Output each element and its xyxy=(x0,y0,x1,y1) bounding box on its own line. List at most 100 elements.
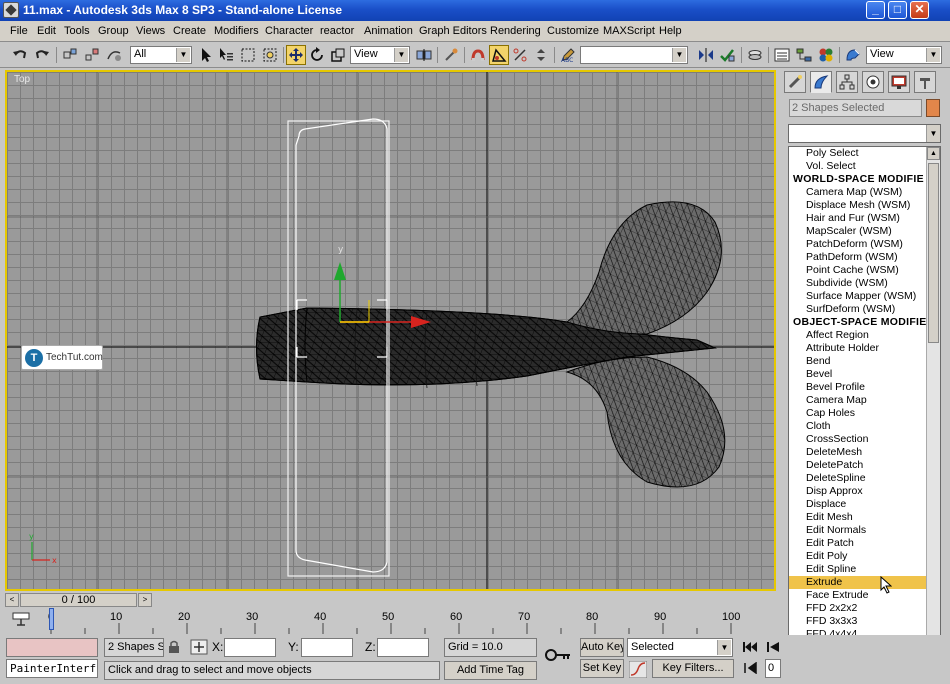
menu-animation[interactable]: Animation xyxy=(364,25,413,37)
modifier-list-item[interactable]: PathDeform (WSM) xyxy=(789,251,927,264)
track-view-icon[interactable] xyxy=(11,611,31,629)
modifier-list-item[interactable]: Face Extrude xyxy=(789,589,927,602)
modifier-list-item[interactable]: Cloth xyxy=(789,420,927,433)
motion-tab-icon[interactable] xyxy=(862,71,884,93)
time-slider-next-button[interactable]: > xyxy=(138,593,152,607)
modifier-list-scrollbar[interactable]: ▲ ▼ xyxy=(926,147,940,663)
render-scene-icon[interactable] xyxy=(843,45,863,65)
track-bar[interactable]: 0102030405060708090100 xyxy=(5,608,776,635)
use-pivot-point-center-icon[interactable] xyxy=(414,45,434,65)
modifier-list-item[interactable]: Affect Region xyxy=(789,329,927,342)
align-icon[interactable] xyxy=(717,45,737,65)
modifier-list-item[interactable]: Displace Mesh (WSM) xyxy=(789,199,927,212)
menu-reactor[interactable]: reactor xyxy=(320,25,354,37)
display-tab-icon[interactable] xyxy=(888,71,910,93)
modifier-list-item[interactable]: PatchDeform (WSM) xyxy=(789,238,927,251)
modifier-list-item[interactable]: Point Cache (WSM) xyxy=(789,264,927,277)
modifier-list-item[interactable]: Hair and Fur (WSM) xyxy=(789,212,927,225)
modifier-list-item[interactable]: Extrude xyxy=(789,576,927,589)
rectangular-selection-icon[interactable] xyxy=(238,45,258,65)
snaps-toggle-icon[interactable] xyxy=(468,45,488,65)
menu-customize[interactable]: Customize xyxy=(547,25,599,37)
time-slider[interactable]: < 0 / 100 > xyxy=(5,593,776,607)
go-to-start-icon[interactable] xyxy=(742,641,758,653)
modifier-list-item[interactable]: Vol. Select xyxy=(789,160,927,173)
maximize-button[interactable]: □ xyxy=(888,1,907,19)
reference-coordinate-dropdown[interactable]: View ▼ xyxy=(350,46,410,64)
menu-edit[interactable]: Edit xyxy=(37,25,56,37)
window-crossing-icon[interactable] xyxy=(260,45,280,65)
utilities-tab-icon[interactable] xyxy=(914,71,936,93)
object-color-swatch[interactable] xyxy=(926,99,940,117)
modifier-list-item[interactable]: Bevel xyxy=(789,368,927,381)
modifier-list-item[interactable]: CrossSection xyxy=(789,433,927,446)
modifier-list-item[interactable]: Bend xyxy=(789,355,927,368)
modifier-list-item[interactable]: Bevel Profile xyxy=(789,381,927,394)
modifier-list-item[interactable]: SurfDeform (WSM) xyxy=(789,303,927,316)
percent-snap-icon[interactable] xyxy=(510,45,530,65)
menu-group[interactable]: Group xyxy=(98,25,129,37)
schematic-view-icon[interactable] xyxy=(794,45,814,65)
modifier-list-item[interactable]: Displace xyxy=(789,498,927,511)
y-coordinate-field[interactable] xyxy=(301,638,353,657)
set-key-button[interactable]: Set Key xyxy=(580,659,624,678)
select-and-scale-icon[interactable] xyxy=(328,45,348,65)
bind-space-warp-icon[interactable] xyxy=(104,45,124,65)
undo-icon[interactable] xyxy=(10,45,30,65)
modifier-list-item[interactable]: Camera Map (WSM) xyxy=(789,186,927,199)
create-tab-icon[interactable] xyxy=(784,71,806,93)
key-mode-toggle-icon[interactable] xyxy=(742,662,758,674)
absolute-mode-transform-icon[interactable] xyxy=(190,639,208,655)
menu-help[interactable]: Help xyxy=(659,25,682,37)
material-editor-icon[interactable] xyxy=(816,45,836,65)
fish-mesh[interactable] xyxy=(256,201,726,488)
minimize-button[interactable]: _ xyxy=(866,1,885,19)
scroll-up-button[interactable]: ▲ xyxy=(927,147,940,160)
key-mode-icon[interactable] xyxy=(545,647,571,663)
time-marker[interactable] xyxy=(49,608,54,630)
modifier-list-item[interactable]: Poly Select xyxy=(789,147,927,160)
menu-maxscript[interactable]: MAXScript xyxy=(603,25,655,37)
modifier-list-item[interactable]: FFD 3x3x3 xyxy=(789,615,927,628)
modifier-list-item[interactable]: Subdivide (WSM) xyxy=(789,277,927,290)
time-slider-prev-button[interactable]: < xyxy=(5,593,19,607)
close-button[interactable]: ✕ xyxy=(910,1,929,19)
selection-filter-dropdown[interactable]: All ▼ xyxy=(130,46,192,64)
modifier-list-item[interactable]: Cap Holes xyxy=(789,407,927,420)
mirror-icon[interactable] xyxy=(696,45,716,65)
modify-tab-icon[interactable] xyxy=(810,71,832,93)
menu-views[interactable]: Views xyxy=(136,25,165,37)
select-and-rotate-icon[interactable] xyxy=(307,45,327,65)
select-by-name-icon[interactable] xyxy=(216,45,236,65)
menu-rendering[interactable]: Rendering xyxy=(490,25,541,37)
curve-editor-icon[interactable] xyxy=(772,45,792,65)
modifier-list[interactable]: Poly Select Vol. Select WORLD-SPACE MODIFI… xyxy=(788,146,941,664)
layer-manager-icon[interactable] xyxy=(745,45,765,65)
modifier-list-item[interactable]: Camera Map xyxy=(789,394,927,407)
unlink-selection-icon[interactable] xyxy=(82,45,102,65)
modifier-list-item[interactable]: DeletePatch xyxy=(789,459,927,472)
viewport-top[interactable]: Top y y x T TechTut.com xyxy=(5,70,776,591)
time-slider-thumb[interactable]: 0 / 100 xyxy=(20,593,137,607)
redo-icon[interactable] xyxy=(32,45,52,65)
render-type-dropdown[interactable]: View ▼ xyxy=(866,46,942,64)
menu-modifiers[interactable]: Modifiers xyxy=(214,25,259,37)
select-and-link-icon[interactable] xyxy=(60,45,80,65)
modifier-list-item[interactable]: Surface Mapper (WSM) xyxy=(789,290,927,303)
key-filters-button[interactable]: Key Filters... xyxy=(652,659,734,678)
modifier-list-item[interactable]: FFD 2x2x2 xyxy=(789,602,927,615)
modifier-list-item[interactable]: Disp Approx xyxy=(789,485,927,498)
z-coordinate-field[interactable] xyxy=(377,638,429,657)
current-frame-field[interactable]: 0 xyxy=(765,659,781,678)
edit-named-selection-icon[interactable]: ABC xyxy=(558,45,578,65)
menu-graph-editors[interactable]: Graph Editors xyxy=(419,25,487,37)
modifier-list-item[interactable]: Edit Poly xyxy=(789,550,927,563)
select-and-move-icon[interactable] xyxy=(286,45,306,65)
maxscript-listener-output[interactable]: PainterInterf xyxy=(6,659,98,678)
menu-character[interactable]: Character xyxy=(265,25,313,37)
lock-selection-icon[interactable] xyxy=(168,640,180,654)
select-object-icon[interactable] xyxy=(196,45,216,65)
spinner-snap-icon[interactable] xyxy=(531,45,551,65)
maxscript-mini-listener[interactable] xyxy=(6,638,98,657)
modifier-list-item[interactable]: DeleteSpline xyxy=(789,472,927,485)
